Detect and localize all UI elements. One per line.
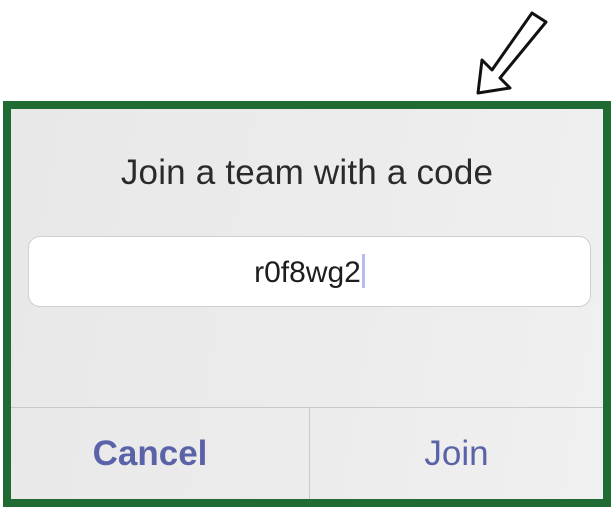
arrow-down-left-icon	[470, 8, 552, 100]
team-code-input[interactable]: r0f8wg2	[28, 236, 591, 307]
screen: Join a team with a code r0f8wg2 Cancel J…	[0, 0, 614, 510]
join-button[interactable]: Join	[310, 408, 603, 499]
dialog-title: Join a team with a code	[120, 153, 494, 192]
team-code-value: r0f8wg2	[254, 256, 361, 289]
join-team-dialog: Join a team with a code r0f8wg2 Cancel J…	[3, 101, 611, 507]
cancel-button[interactable]: Cancel	[11, 408, 289, 499]
text-caret	[361, 254, 365, 288]
team-code-value-wrap: r0f8wg2	[29, 254, 590, 290]
